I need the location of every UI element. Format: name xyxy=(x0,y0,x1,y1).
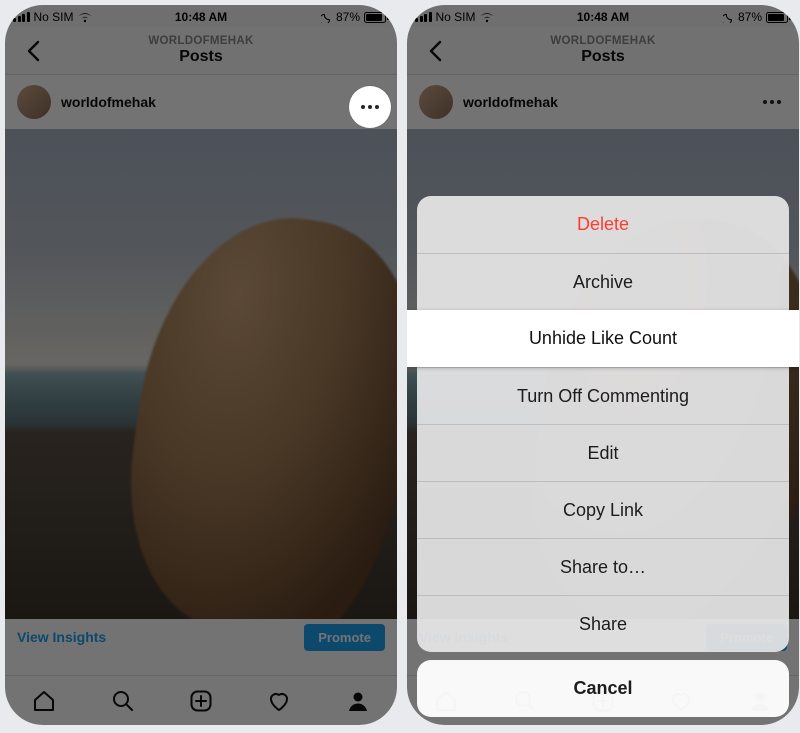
post-header: worldofmehak xyxy=(5,75,397,129)
action-sheet-item[interactable]: Share to… xyxy=(417,538,789,595)
phone-left: No SIM 10:48 AM 87% WORLDOFMEHAK Posts xyxy=(5,5,397,725)
nav-supertitle: WORLDOFMEHAK xyxy=(148,35,253,48)
status-bar: No SIM 10:48 AM 87% xyxy=(407,5,799,27)
post-photo[interactable] xyxy=(5,129,397,619)
action-sheet-item[interactable]: Turn Off Commenting xyxy=(417,367,789,424)
action-sheet-item[interactable]: Edit xyxy=(417,424,789,481)
view-insights-link[interactable]: View Insights xyxy=(17,629,106,645)
nav-bar: WORLDOFMEHAK Posts xyxy=(407,27,799,75)
clock-label: 10:48 AM xyxy=(5,10,397,24)
nav-bar: WORLDOFMEHAK Posts xyxy=(5,27,397,75)
action-sheet-item[interactable]: Archive xyxy=(417,253,789,310)
tab-activity[interactable] xyxy=(257,679,301,723)
back-button[interactable] xyxy=(13,27,53,74)
promote-button[interactable]: Promote xyxy=(304,624,385,651)
post-more-button[interactable] xyxy=(757,87,787,117)
avatar[interactable] xyxy=(17,85,51,119)
post-username[interactable]: worldofmehak xyxy=(463,94,558,110)
back-button[interactable] xyxy=(415,27,455,74)
post-username[interactable]: worldofmehak xyxy=(61,94,156,110)
action-sheet-cancel[interactable]: Cancel xyxy=(417,660,789,717)
tab-search[interactable] xyxy=(101,679,145,723)
action-sheet-item[interactable]: Share xyxy=(417,595,789,652)
tab-bar xyxy=(5,675,397,725)
more-button-highlight-icon xyxy=(349,86,391,128)
post-header: worldofmehak xyxy=(407,75,799,129)
insights-row: View Insights Promote xyxy=(5,619,397,655)
nav-title: Posts xyxy=(550,48,655,66)
action-sheet: DeleteArchiveUnhide Like CountTurn Off C… xyxy=(417,196,789,717)
nav-supertitle: WORLDOFMEHAK xyxy=(550,35,655,48)
tab-profile[interactable] xyxy=(336,679,380,723)
action-sheet-item[interactable]: Delete xyxy=(417,196,789,253)
action-sheet-highlight: Unhide Like Count xyxy=(407,310,799,367)
action-sheet-group: DeleteArchiveUnhide Like CountTurn Off C… xyxy=(417,196,789,652)
avatar[interactable] xyxy=(419,85,453,119)
tab-home[interactable] xyxy=(22,679,66,723)
nav-title: Posts xyxy=(148,48,253,66)
status-bar: No SIM 10:48 AM 87% xyxy=(5,5,397,27)
tab-new-post[interactable] xyxy=(179,679,223,723)
action-sheet-item[interactable]: Copy Link xyxy=(417,481,789,538)
phone-right: No SIM 10:48 AM 87% WORLDOFMEHAK Posts xyxy=(407,5,799,725)
clock-label: 10:48 AM xyxy=(407,10,799,24)
